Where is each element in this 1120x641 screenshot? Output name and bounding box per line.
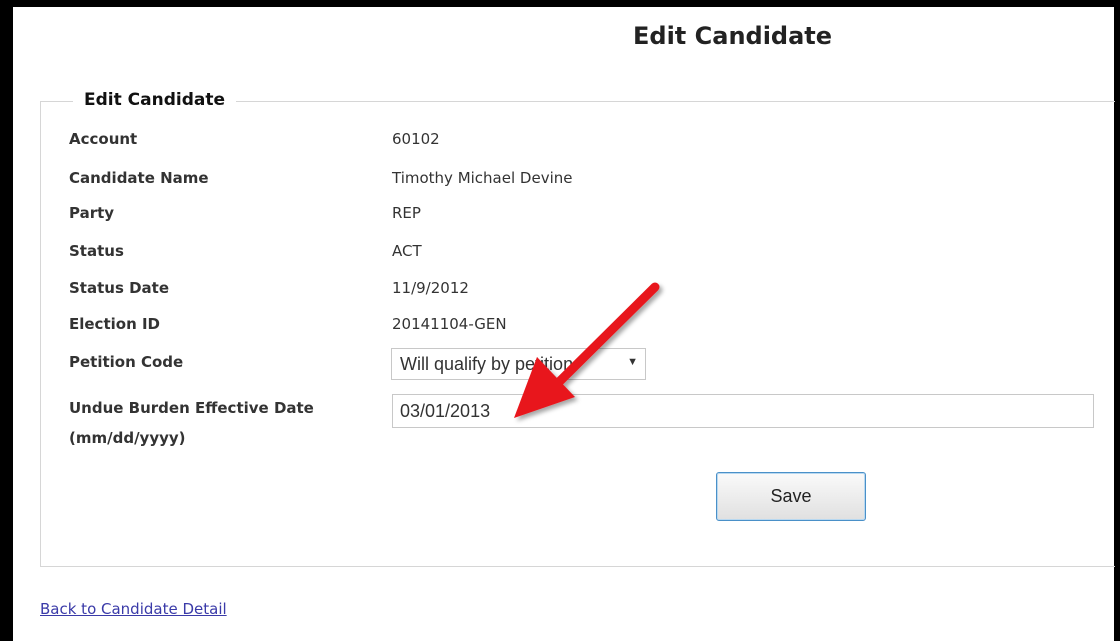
page-title: Edit Candidate — [633, 22, 833, 50]
candidate-name-value: Timothy Michael Devine — [392, 169, 573, 187]
window-frame-left — [0, 0, 13, 641]
account-label: Account — [69, 130, 138, 148]
window-frame-top — [0, 0, 1120, 7]
undue-burden-label: Undue Burden Effective Date — [69, 399, 314, 417]
election-id-label: Election ID — [69, 315, 161, 333]
status-label: Status — [69, 242, 124, 260]
status-value: ACT — [392, 242, 422, 260]
petition-code-selected-value: Will qualify by petition — [400, 354, 574, 374]
save-button[interactable]: Save — [716, 472, 866, 521]
status-date-label: Status Date — [69, 279, 170, 297]
back-to-candidate-detail-link[interactable]: Back to Candidate Detail — [40, 600, 227, 618]
party-label: Party — [69, 204, 115, 222]
petition-code-select[interactable]: Will qualify by petition ▼ — [391, 348, 646, 380]
fieldset-legend: Edit Candidate — [73, 90, 236, 110]
candidate-name-label: Candidate Name — [69, 169, 209, 187]
election-id-value: 20141104-GEN — [392, 315, 507, 333]
account-value: 60102 — [392, 130, 440, 148]
party-value: REP — [392, 204, 421, 222]
chevron-down-icon: ▼ — [627, 356, 638, 368]
undue-burden-format-hint: (mm/dd/yyyy) — [69, 429, 186, 447]
status-date-value: 11/9/2012 — [392, 279, 469, 297]
petition-code-label: Petition Code — [69, 353, 184, 371]
undue-burden-date-input[interactable] — [392, 394, 1094, 428]
